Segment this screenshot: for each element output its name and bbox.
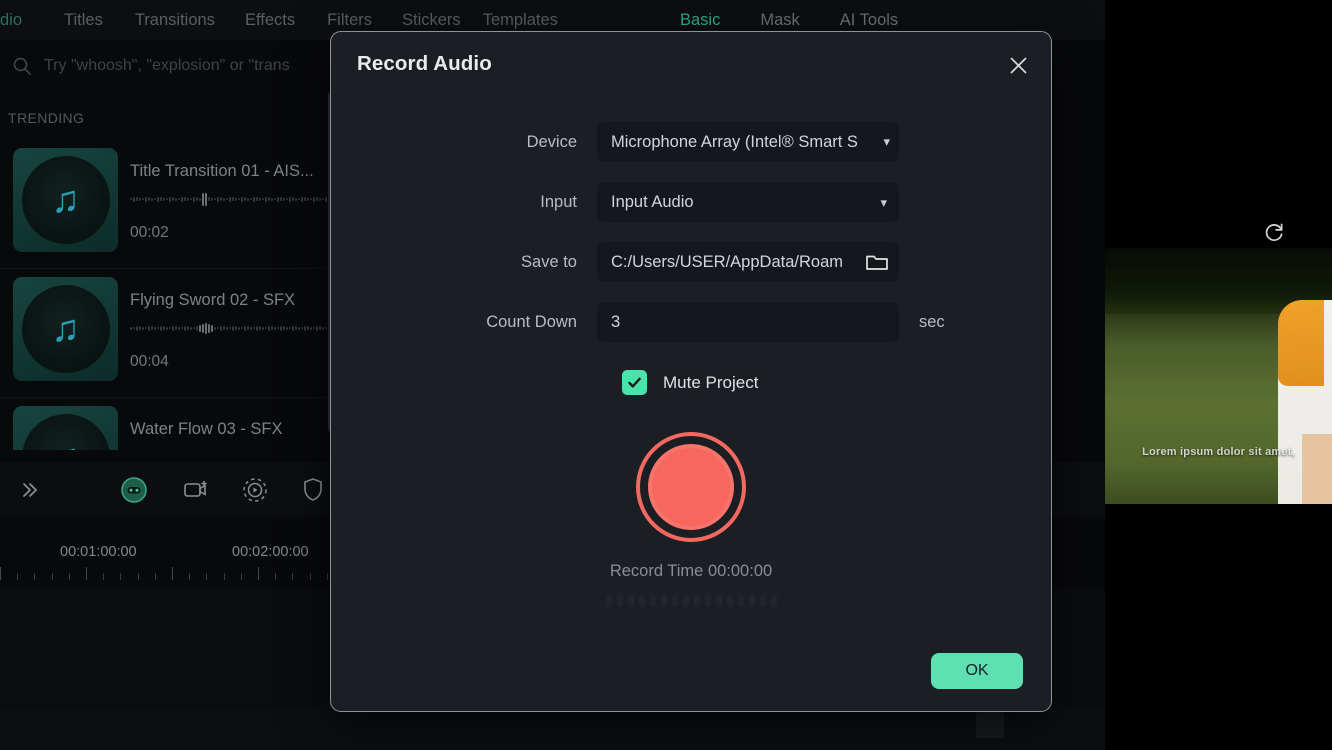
input-label: Input	[540, 192, 577, 211]
waveform	[130, 321, 330, 335]
trending-header: TRENDING	[8, 110, 85, 126]
nav-tab-templates[interactable]: Templates	[483, 11, 558, 30]
mute-project-checkbox[interactable]	[622, 370, 647, 395]
audio-title: Flying Sword 02 - SFX	[130, 291, 296, 309]
tab-basic[interactable]: Basic	[680, 11, 720, 30]
shield-icon[interactable]	[301, 477, 325, 503]
ok-button[interactable]: OK	[931, 653, 1023, 689]
video-snapshot-icon[interactable]	[181, 478, 209, 502]
count-down-unit: sec	[919, 312, 945, 331]
input-select[interactable]: Input Audio ▾	[597, 182, 899, 222]
close-icon[interactable]	[1001, 48, 1035, 82]
audio-thumbnail: ♫	[13, 277, 118, 381]
count-down-label: Count Down	[486, 312, 577, 331]
ruler-label: 00:01:00:00	[60, 544, 137, 560]
device-label: Device	[526, 132, 577, 151]
nav-tab-audio[interactable]: dio	[0, 11, 22, 30]
search-input-placeholder[interactable]: Try "whoosh", "explosion" or "trans	[44, 57, 290, 75]
record-audio-icon[interactable]	[120, 476, 148, 504]
video-preview[interactable]: Lorem ipsum dolor sit amet,	[1105, 248, 1332, 504]
music-note-icon: ♫	[51, 308, 80, 350]
input-row: Input Input Audio ▾	[331, 182, 1051, 222]
record-time-label: Record Time 00:00:00	[609, 562, 773, 580]
device-row: Device Microphone Array (Intel® Smart S …	[331, 122, 1283, 241]
folder-icon[interactable]	[865, 252, 889, 272]
level-meter	[605, 594, 777, 607]
record-area: Record Time 00:00:00	[331, 432, 1051, 607]
nav-tab-effects[interactable]: Effects	[245, 11, 295, 30]
ruler-label: 00:02:00:00	[232, 544, 309, 560]
chevron-down-icon: ▾	[880, 194, 887, 210]
audio-title: Title Transition 01 - AIS...	[130, 162, 314, 180]
music-note-icon: ♫	[51, 179, 80, 221]
app-root: dio Titles Transitions Effects Filters S…	[0, 0, 1332, 750]
count-down-value: 3	[611, 312, 621, 331]
tab-ai-tools[interactable]: AI Tools	[840, 11, 898, 30]
timeline-bottom-bar	[0, 706, 1105, 750]
mute-project-label: Mute Project	[663, 372, 759, 392]
save-to-label: Save to	[521, 252, 577, 271]
save-to-field[interactable]: C:/Users/USER/AppData/Roam	[597, 242, 899, 282]
audio-thumbnail: ♫	[13, 406, 118, 450]
record-button-core	[648, 444, 734, 530]
refresh-devices-button[interactable]	[1258, 216, 1290, 248]
audio-title: Water Flow 03 - SFX	[130, 420, 283, 438]
tab-mask[interactable]: Mask	[760, 11, 799, 30]
count-down-row: Count Down 3 sec	[331, 302, 1051, 342]
waveform	[130, 192, 330, 206]
play-circle-icon[interactable]	[241, 476, 269, 504]
nav-tab-stickers[interactable]: Stickers	[402, 11, 461, 30]
device-value: Microphone Array (Intel® Smart S	[611, 132, 858, 151]
input-value: Input Audio	[611, 192, 694, 211]
audio-duration: 00:04	[130, 353, 169, 370]
list-item[interactable]: ♫ Flying Sword 02 - SFX 00:04	[0, 269, 336, 398]
background-panel-handle	[976, 708, 1004, 738]
preview-caption: Lorem ipsum dolor sit amet,	[1142, 446, 1295, 458]
chevron-down-icon: ▾	[883, 134, 890, 149]
save-to-value: C:/Users/USER/AppData/Roam	[611, 252, 843, 271]
mute-project-row[interactable]: Mute Project	[622, 370, 758, 395]
save-to-row: Save to C:/Users/USER/AppData/Roam	[331, 242, 1051, 282]
nav-tab-filters[interactable]: Filters	[327, 11, 372, 30]
device-select[interactable]: Microphone Array (Intel® Smart S ▾	[597, 122, 899, 162]
record-button[interactable]	[636, 432, 746, 542]
search-icon	[12, 56, 32, 76]
record-audio-dialog: Record Audio Device Microphone Array (In…	[330, 31, 1283, 712]
count-down-input[interactable]: 3	[597, 302, 899, 342]
audio-list[interactable]: ♫ Title Transition 01 - AIS... 00:02 ♫ F…	[0, 140, 336, 450]
music-note-icon: ♫	[51, 439, 80, 450]
audio-thumbnail: ♫	[13, 148, 118, 252]
nav-tab-transitions[interactable]: Transitions	[135, 11, 215, 30]
list-item[interactable]: ♫ Water Flow 03 - SFX	[0, 398, 336, 450]
audio-duration: 00:02	[130, 224, 169, 241]
dialog-title: Record Audio	[357, 52, 492, 75]
list-item[interactable]: ♫ Title Transition 01 - AIS... 00:02	[0, 140, 336, 269]
double-chevron-right-icon[interactable]	[16, 477, 42, 503]
nav-tab-titles[interactable]: Titles	[64, 11, 103, 30]
